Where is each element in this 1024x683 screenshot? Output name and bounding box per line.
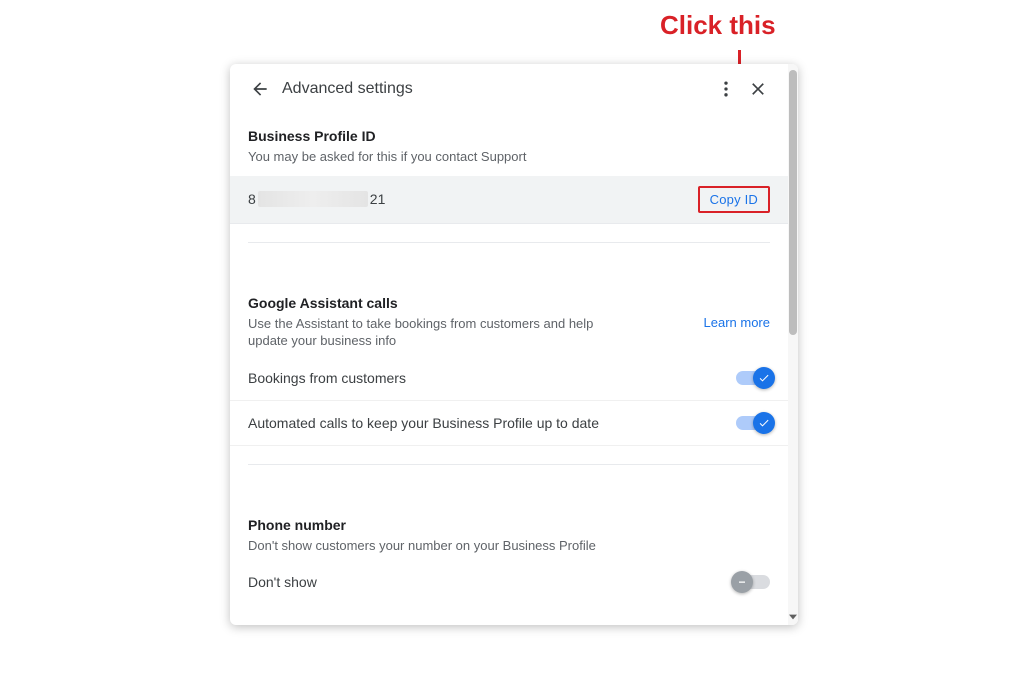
automated-calls-toggle-row: Automated calls to keep your Business Pr…	[230, 401, 788, 446]
close-icon	[748, 79, 768, 99]
learn-more-link[interactable]: Learn more	[704, 315, 770, 330]
check-icon	[758, 372, 770, 384]
phone-number-section: Phone number Don't show customers your n…	[230, 503, 788, 561]
profile-id-row: 8 21 Copy ID	[230, 176, 788, 224]
section-desc: Use the Assistant to take bookings from …	[248, 315, 628, 350]
bookings-toggle-row: Bookings from customers	[230, 356, 788, 401]
chevron-down-icon	[789, 613, 797, 621]
bookings-toggle[interactable]	[736, 371, 770, 385]
scrollbar-down-button[interactable]	[788, 611, 798, 623]
section-title: Google Assistant calls	[248, 295, 628, 311]
section-title: Phone number	[248, 517, 770, 533]
assistant-calls-section: Google Assistant calls Use the Assistant…	[230, 281, 788, 356]
row-label: Don't show	[248, 574, 317, 590]
profile-id-value: 8 21	[248, 191, 385, 207]
close-button[interactable]	[742, 73, 774, 105]
modal-header: Advanced settings	[230, 64, 788, 114]
more-options-button[interactable]	[710, 73, 742, 105]
section-desc: Don't show customers your number on your…	[248, 537, 628, 555]
scrollbar[interactable]	[788, 64, 798, 625]
section-title: Business Profile ID	[248, 128, 770, 144]
dont-show-toggle[interactable]	[736, 575, 770, 589]
minus-icon	[736, 576, 748, 588]
scrollbar-thumb[interactable]	[789, 70, 797, 335]
more-vert-icon	[716, 79, 736, 99]
check-icon	[758, 417, 770, 429]
arrow-left-icon	[250, 79, 270, 99]
row-label: Bookings from customers	[248, 370, 406, 386]
dont-show-toggle-row: Don't show	[230, 560, 788, 604]
business-profile-id-section: Business Profile ID You may be asked for…	[230, 114, 788, 172]
redaction-mask	[258, 191, 368, 207]
automated-calls-toggle[interactable]	[736, 416, 770, 430]
back-button[interactable]	[244, 73, 276, 105]
modal-title: Advanced settings	[282, 80, 413, 98]
copy-id-button[interactable]: Copy ID	[698, 186, 770, 213]
row-label: Automated calls to keep your Business Pr…	[248, 415, 599, 431]
settings-modal: Advanced settings Business Profile ID Yo…	[230, 64, 798, 625]
section-desc: You may be asked for this if you contact…	[248, 148, 628, 166]
annotation-label: Click this	[660, 10, 776, 41]
